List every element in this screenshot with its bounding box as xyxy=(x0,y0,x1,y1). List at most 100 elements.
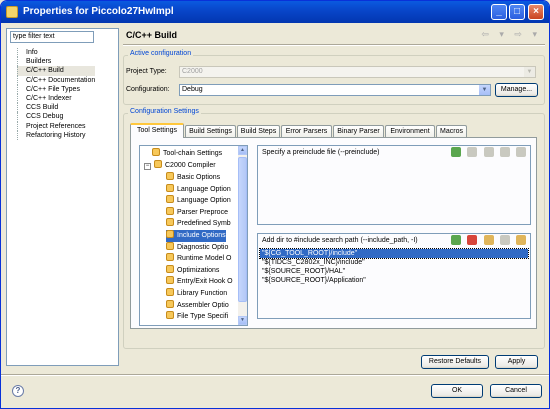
sidebar-item[interactable]: Info xyxy=(17,48,95,58)
preinclude-label: Specify a preinclude file (--preinclude) xyxy=(262,149,380,156)
app-icon xyxy=(6,6,18,18)
preinclude-panel: Specify a preinclude file (--preinclude) xyxy=(257,145,531,225)
compiler-option-item[interactable]: Assembler Optio xyxy=(166,299,229,312)
move-down-icon[interactable] xyxy=(516,147,526,157)
help-icon[interactable]: ? xyxy=(12,385,24,397)
property-page: C/C++ Build ⇦ ▾ ⇨ ▾ Active configuration… xyxy=(123,28,545,369)
sidebar-item[interactable]: CCS Build xyxy=(17,103,95,113)
configuration-settings-label: Configuration Settings xyxy=(128,108,201,115)
scroll-up-icon[interactable]: ▲ xyxy=(238,146,247,155)
back-forward-nav[interactable]: ⇦ ▾ ⇨ ▾ xyxy=(481,29,541,40)
scroll-thumb[interactable] xyxy=(238,157,247,302)
sidebar-item[interactable]: Builders xyxy=(17,57,95,67)
property-page-list: Info Builders C/C++ Build C/C++ Documentati… xyxy=(17,48,96,141)
gear-icon xyxy=(166,172,174,180)
include-path-item[interactable]: "${CG_TOOL_ROOT}/include" xyxy=(259,248,529,259)
manage-button[interactable]: Manage... xyxy=(495,83,538,97)
tree-scrollbar[interactable]: ▲ ▼ xyxy=(238,146,247,325)
tab-build-steps[interactable]: Build Steps xyxy=(237,125,280,137)
include-path-item[interactable]: "${SOURCE_ROOT}/Application" xyxy=(260,276,528,285)
properties-window: Properties for Piccolo27HwImpl _ □ × typ… xyxy=(0,0,550,409)
gear-icon xyxy=(166,206,174,215)
gear-icon xyxy=(166,264,174,273)
compiler-option-item[interactable]: Diagnostic Optio xyxy=(166,241,228,254)
gear-icon xyxy=(152,148,160,156)
sidebar-item[interactable]: Refactoring History xyxy=(17,130,95,141)
gear-icon xyxy=(166,230,174,238)
configuration-label: Configuration: xyxy=(126,86,170,93)
tab-error-parsers[interactable]: Error Parsers xyxy=(281,125,332,137)
compiler-option-item[interactable]: Language Option xyxy=(166,195,231,207)
compiler-option-item[interactable]: Include Options xyxy=(166,230,226,242)
gear-icon xyxy=(166,288,174,296)
tool-settings-pane: Tool-chain Settings − C2000 Compiler Basi… xyxy=(130,137,537,329)
tab-binary-parser[interactable]: Binary Parser xyxy=(333,125,384,137)
ok-button[interactable]: OK xyxy=(431,384,483,398)
sidebar-item[interactable]: C/C++ File Types xyxy=(17,84,95,95)
tab-environment[interactable]: Environment xyxy=(385,125,435,137)
compiler-option-item[interactable]: File Type Specifi xyxy=(166,311,228,323)
gear-icon xyxy=(166,218,174,227)
move-up-icon[interactable] xyxy=(499,147,510,157)
tab-tool-settings[interactable]: Tool Settings xyxy=(130,123,184,138)
sidebar-item[interactable]: Project References xyxy=(17,121,95,131)
page-title: C/C++ Build xyxy=(126,30,178,40)
gear-icon xyxy=(166,299,174,308)
title-divider xyxy=(123,44,545,46)
chevron-down-icon[interactable]: ▼ xyxy=(479,85,490,95)
compiler-option-item[interactable]: Optimizations xyxy=(166,264,219,277)
gear-icon xyxy=(166,241,174,250)
sidebar-item[interactable]: C/C++ Documentation xyxy=(17,75,95,85)
project-type-label: Project Type: xyxy=(126,68,167,75)
close-button[interactable]: × xyxy=(528,4,544,20)
gear-icon xyxy=(166,276,174,285)
restore-defaults-button[interactable]: Restore Defaults xyxy=(421,355,489,369)
active-configuration-label: Active configuration xyxy=(128,50,194,57)
include-path-label: Add dir to #include search path (--inclu… xyxy=(262,237,418,244)
maximize-button[interactable]: □ xyxy=(509,4,525,20)
compiler-item[interactable]: − C2000 Compiler xyxy=(144,160,216,172)
minimize-button[interactable]: _ xyxy=(491,4,507,20)
sidebar-item[interactable]: C/C++ Indexer xyxy=(17,93,95,104)
window-title: Properties for Piccolo27HwImpl xyxy=(23,6,174,17)
move-up-icon[interactable] xyxy=(499,235,510,245)
scroll-down-icon[interactable]: ▼ xyxy=(238,316,247,325)
tool-settings-tree: Tool-chain Settings − C2000 Compiler Basi… xyxy=(139,145,248,326)
gear-icon xyxy=(166,183,174,192)
configuration-select[interactable]: Debug ▼ xyxy=(179,84,491,96)
compiler-option-item[interactable]: Language Option xyxy=(166,183,231,196)
edit-icon[interactable] xyxy=(483,147,494,157)
property-page-tree: type filter text Info Builders C/C++ Build… xyxy=(6,28,119,366)
add-icon[interactable] xyxy=(451,147,462,157)
apply-button[interactable]: Apply xyxy=(495,355,538,369)
gear-icon xyxy=(166,195,174,204)
delete-icon[interactable] xyxy=(467,235,478,245)
compiler-option-item[interactable]: Basic Options xyxy=(166,172,220,184)
bottom-divider xyxy=(1,374,549,376)
cancel-button[interactable]: Cancel xyxy=(490,384,542,398)
compiler-option-item[interactable]: Predefined Symb xyxy=(166,218,231,230)
gear-icon xyxy=(166,311,174,320)
compiler-option-item[interactable]: Runtime Model O xyxy=(166,253,231,265)
compiler-option-item[interactable]: Entry/Exit Hook O xyxy=(166,276,233,288)
tab-build-settings[interactable]: Build Settings xyxy=(185,125,236,137)
filter-input[interactable]: type filter text xyxy=(10,31,94,43)
add-icon[interactable] xyxy=(451,235,462,245)
move-down-icon[interactable] xyxy=(516,235,526,245)
edit-icon[interactable] xyxy=(483,235,494,245)
compiler-option-item[interactable]: Library Function xyxy=(166,288,227,300)
include-path-list: "${CG_TOOL_ROOT}/include" "${TIDCS_C2802x… xyxy=(259,248,529,285)
gear-icon xyxy=(166,253,174,262)
gear-icon xyxy=(154,160,162,168)
delete-icon[interactable] xyxy=(467,147,478,157)
include-path-toolbar xyxy=(447,235,526,247)
collapse-icon[interactable]: − xyxy=(144,163,151,170)
project-type-select: C2000 ▼ xyxy=(179,66,536,78)
tab-macros[interactable]: Macros xyxy=(436,125,467,137)
sidebar-item[interactable]: C/C++ Build xyxy=(17,66,96,76)
compiler-option-item[interactable]: Parser Preproce xyxy=(166,206,228,219)
include-path-item[interactable]: "${SOURCE_ROOT}/HAL" xyxy=(260,267,528,276)
toolchain-settings-item[interactable]: Tool-chain Settings xyxy=(152,148,222,160)
sidebar-item[interactable]: CCS Debug xyxy=(17,112,95,122)
include-path-item[interactable]: "${TIDCS_C2802x_INC}/include" xyxy=(260,258,528,267)
